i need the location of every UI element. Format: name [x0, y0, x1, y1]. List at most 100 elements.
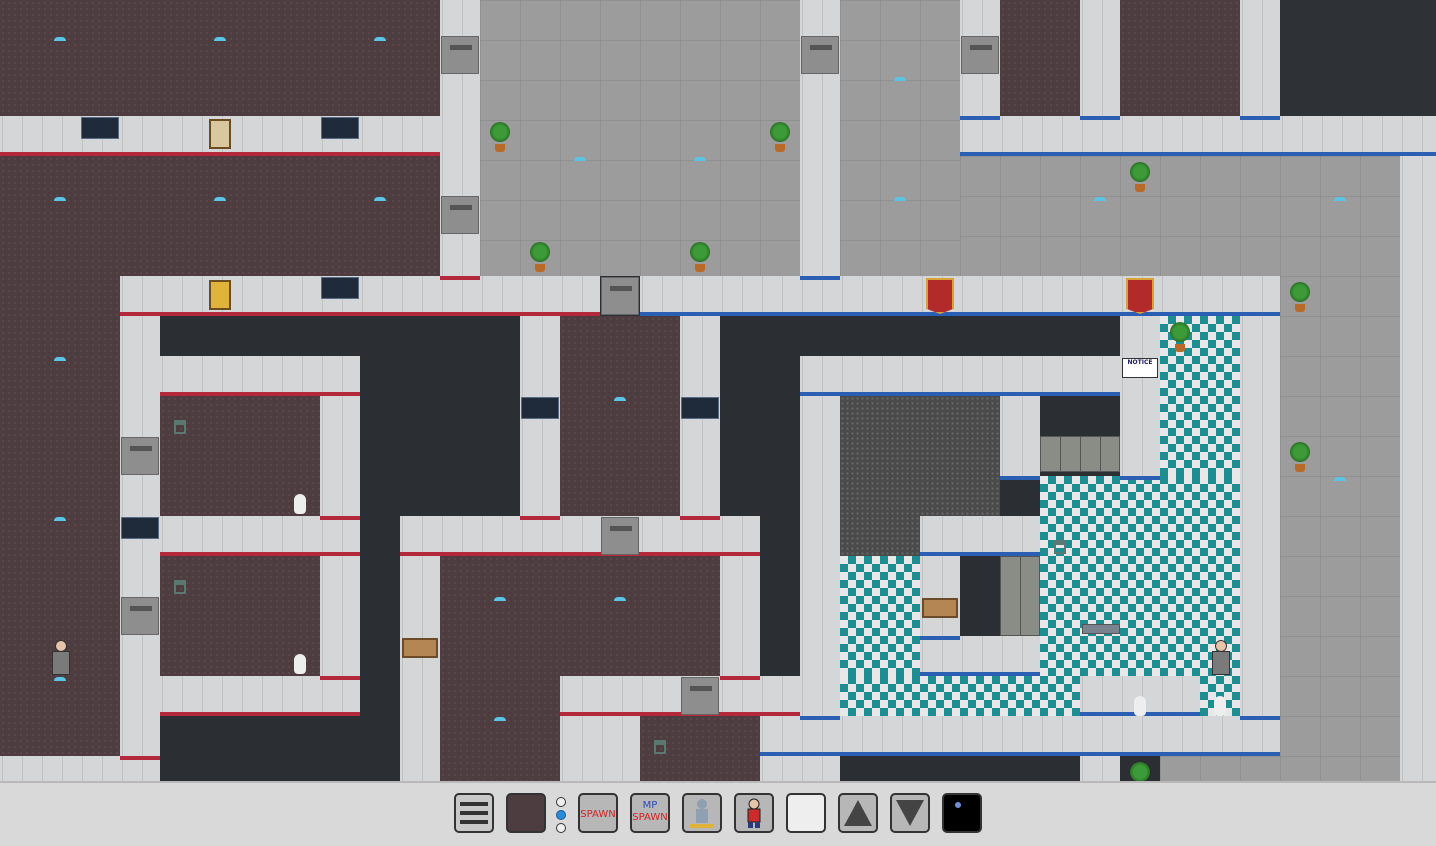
checker-floor-strip	[840, 676, 1080, 716]
airlock-door[interactable]	[801, 36, 839, 74]
chair-icon[interactable]	[174, 420, 186, 434]
locker-row[interactable]	[1040, 436, 1120, 472]
locker-column[interactable]	[1000, 556, 1040, 636]
airlock-door[interactable]	[961, 36, 999, 74]
triangle-up-icon	[844, 800, 872, 826]
cork-board[interactable]	[402, 638, 438, 658]
chair-icon[interactable]	[174, 580, 186, 594]
steel-floor-hall-b	[840, 0, 960, 276]
crew-member-sprite[interactable]	[49, 640, 71, 676]
triangle-down-icon	[896, 800, 924, 826]
notice-sign: NOTICE	[1122, 358, 1158, 378]
airlock-door[interactable]	[601, 517, 639, 555]
potted-plant-icon[interactable]	[688, 242, 712, 276]
hotbar: SPAWN MP SPAWN	[0, 781, 1436, 846]
ceiling-light-icon	[614, 396, 626, 402]
potted-plant-icon[interactable]	[768, 122, 792, 156]
mp-label: MP	[642, 800, 658, 811]
ceiling-light-icon	[54, 196, 66, 202]
ghost-icon	[690, 799, 714, 828]
game-map[interactable]: NOTICE	[0, 0, 1436, 781]
ceiling-light-icon	[374, 196, 386, 202]
wall-screen[interactable]	[681, 397, 719, 419]
ghost-spawn-button[interactable]	[682, 793, 722, 833]
potted-plant-icon[interactable]	[1288, 442, 1312, 476]
potted-plant-icon[interactable]	[1168, 322, 1192, 356]
ceiling-light-icon	[214, 196, 226, 202]
mp-spawn-button[interactable]: MP SPAWN	[630, 793, 670, 833]
potted-plant-icon[interactable]	[1128, 162, 1152, 196]
syndicate-banner-icon	[926, 278, 954, 314]
ceiling-light-icon	[54, 356, 66, 362]
rotate-down-button[interactable]	[890, 793, 930, 833]
airlock-door[interactable]	[121, 597, 159, 635]
carpet-tile-button[interactable]	[506, 793, 546, 833]
rotate-up-button[interactable]	[838, 793, 878, 833]
ceiling-light-icon	[494, 596, 506, 602]
potted-plant-icon[interactable]	[1128, 762, 1152, 781]
bench[interactable]	[1082, 624, 1120, 634]
steel-floor-hall-a	[480, 0, 800, 276]
ceiling-light-icon	[1094, 196, 1106, 202]
potted-plant-icon[interactable]	[528, 242, 552, 276]
chair-icon[interactable]	[654, 740, 666, 754]
spawn-label: SPAWN	[580, 809, 616, 820]
airlock-door[interactable]	[601, 277, 639, 315]
toilet-icon[interactable]	[294, 494, 306, 514]
airlock-door[interactable]	[121, 437, 159, 475]
wall-row-4-east	[920, 516, 1040, 556]
wall-col-f	[1400, 156, 1436, 781]
wall-screen[interactable]	[321, 117, 359, 139]
wall-ne-1	[960, 116, 1436, 156]
portrait-icon[interactable]	[209, 280, 231, 310]
steel-floor-se	[1160, 756, 1400, 781]
wall-screen[interactable]	[321, 277, 359, 299]
hamburger-menu-icon	[460, 802, 488, 824]
toilet-icon[interactable]	[294, 654, 306, 674]
potted-plant-icon[interactable]	[488, 122, 512, 156]
wall-col-i	[320, 556, 360, 680]
chair-icon[interactable]	[1054, 540, 1066, 554]
portrait-icon[interactable]	[209, 119, 231, 149]
ceiling-light-icon	[574, 156, 586, 162]
menu-button[interactable]	[454, 793, 494, 833]
wall-col-o	[1000, 396, 1040, 480]
planet-icon	[955, 802, 961, 808]
wall-row-5-east	[920, 636, 1040, 676]
airlock-door[interactable]	[681, 677, 719, 715]
wall-row-6-east	[760, 716, 1280, 756]
ceiling-light-icon	[614, 596, 626, 602]
layer-radio-2[interactable]	[556, 810, 566, 820]
ceiling-light-icon	[54, 36, 66, 42]
crew-member-sprite[interactable]	[1209, 640, 1231, 676]
blank-tile-button[interactable]	[786, 793, 826, 833]
wall-screen[interactable]	[521, 397, 559, 419]
carpet-floor-ne-room-2	[1120, 0, 1240, 116]
wall-col-p	[1120, 316, 1160, 480]
space-tile-button[interactable]	[942, 793, 982, 833]
ceiling-light-icon	[1334, 476, 1346, 482]
steel-floor-east-corridor	[1280, 276, 1400, 781]
toilet-icon[interactable]	[1134, 696, 1146, 716]
wall-screen[interactable]	[81, 117, 119, 139]
wall-col-e	[1240, 0, 1280, 120]
ceiling-light-icon	[374, 36, 386, 42]
layer-radio-1[interactable]	[556, 797, 566, 807]
spawn-button[interactable]: SPAWN	[578, 793, 618, 833]
potted-plant-icon[interactable]	[1288, 282, 1312, 316]
ceiling-light-icon	[894, 76, 906, 82]
ceiling-light-icon	[54, 516, 66, 522]
wall-row-2-east	[640, 276, 1280, 316]
syndicate-banner-icon	[1126, 278, 1154, 314]
carpet-floor-ne-room	[1000, 0, 1080, 116]
wall-col-h	[320, 396, 360, 520]
airlock-door[interactable]	[441, 36, 479, 74]
cork-board[interactable]	[922, 598, 958, 618]
ceiling-light-icon	[494, 716, 506, 722]
layer-radio-3[interactable]	[556, 823, 566, 833]
space-ne	[1280, 0, 1436, 116]
player-button[interactable]	[734, 793, 774, 833]
toilet-icon[interactable]	[1214, 696, 1226, 716]
wall-screen[interactable]	[121, 517, 159, 539]
airlock-door[interactable]	[441, 196, 479, 234]
